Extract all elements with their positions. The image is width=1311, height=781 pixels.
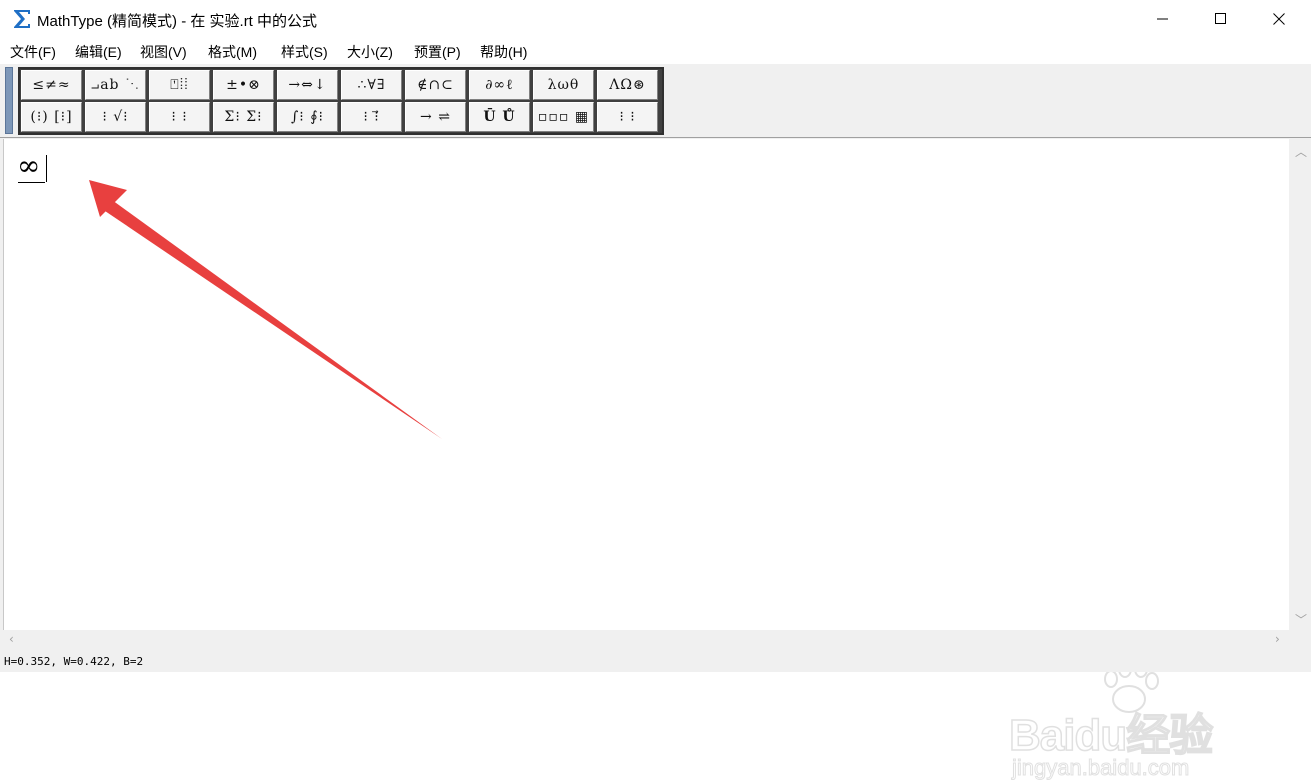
window-title: MathType (精简模式) - 在 实验.rt 中的公式 bbox=[37, 13, 318, 30]
misc-symbols-button[interactable]: ∂∞ℓ bbox=[469, 70, 530, 100]
menu-help[interactable]: 帮助(H) bbox=[480, 42, 527, 62]
labeled-arrow-templates-button[interactable]: → ⇌ bbox=[405, 102, 466, 132]
logical-symbols-button[interactable]: ∴∀∃ bbox=[341, 70, 402, 100]
relational-symbols-button[interactable]: ≤≠≈ bbox=[21, 70, 82, 100]
greek-uppercase-button[interactable]: ΛΩ⊛ bbox=[597, 70, 658, 100]
title-bar[interactable]: MathType (精简模式) - 在 实验.rt 中的公式 bbox=[0, 0, 1311, 38]
close-icon bbox=[1273, 13, 1285, 25]
horizontal-scrollbar[interactable]: ‹ › bbox=[3, 630, 1289, 650]
status-bar: H=0.352, W=0.422, B=2 bbox=[0, 650, 1311, 672]
menu-bar: 文件(F) 编辑(E) 视图(V) 格式(M) 样式(S) 大小(Z) 预置(P… bbox=[0, 38, 1311, 64]
fraction-radical-templates-button[interactable]: ⁝ √⁝ bbox=[85, 102, 146, 132]
underbar-overbar-templates-button[interactable]: ⁝ ⁝⃗ bbox=[341, 102, 402, 132]
menu-edit[interactable]: 编辑(E) bbox=[75, 42, 122, 62]
menu-format[interactable]: 格式(M) bbox=[208, 42, 257, 62]
spaces-ellipses-button[interactable]: ⨼ab ⋱ bbox=[85, 70, 146, 100]
set-theory-symbols-button[interactable]: ∉∩⊂ bbox=[405, 70, 466, 100]
mathtype-window: MathType (精简模式) - 在 实验.rt 中的公式 文件(F) 编辑(… bbox=[0, 0, 1311, 781]
menu-preferences[interactable]: 预置(P) bbox=[414, 42, 461, 62]
menu-size[interactable]: 大小(Z) bbox=[347, 42, 393, 62]
arrow-symbols-button[interactable]: →⇔↓ bbox=[277, 70, 338, 100]
maximize-button[interactable] bbox=[1192, 0, 1250, 38]
baidu-watermark: Baidu经验 jingyan.baidu.com bbox=[1008, 660, 1249, 781]
matrix-templates-button[interactable]: ▫▫▫ ▦ bbox=[533, 102, 594, 132]
scrollbar-corner bbox=[1289, 630, 1311, 650]
greek-lowercase-button[interactable]: λωθ bbox=[533, 70, 594, 100]
watermark-logo-text: Baidu经验 bbox=[1008, 710, 1214, 761]
scroll-down-icon[interactable]: ﹀ bbox=[1295, 611, 1307, 628]
menu-style[interactable]: 样式(S) bbox=[281, 42, 328, 62]
box-templates-button[interactable]: ⁝ ⁝ bbox=[597, 102, 658, 132]
symbol-palette: ≤≠≈ ⨼ab ⋱ ⍞⦙⦙ ±•⊗ →⇔↓ ∴∀∃ ∉∩⊂ ∂∞ℓ λωθ ΛΩ… bbox=[18, 67, 664, 135]
fence-templates-button[interactable]: (⁝) [⁝] bbox=[21, 102, 82, 132]
integral-templates-button[interactable]: ∫⁝ ∮⁝ bbox=[277, 102, 338, 132]
operator-symbols-button[interactable]: ±•⊗ bbox=[213, 70, 274, 100]
status-dimensions: H=0.352, W=0.422, B=2 bbox=[4, 655, 144, 668]
scroll-up-icon[interactable]: ︿ bbox=[1295, 143, 1307, 160]
menu-view[interactable]: 视图(V) bbox=[140, 42, 187, 62]
vertical-scrollbar[interactable]: ︿ ﹀ bbox=[1289, 139, 1311, 630]
red-arrow-annotation bbox=[89, 180, 442, 439]
subscript-superscript-templates-button[interactable]: ⁝ ⁝ bbox=[149, 102, 210, 132]
minimize-button[interactable] bbox=[1134, 0, 1192, 38]
toolbar-grip[interactable] bbox=[5, 67, 13, 134]
maximize-icon bbox=[1215, 13, 1226, 24]
minimize-icon bbox=[1157, 18, 1168, 20]
close-button[interactable] bbox=[1250, 0, 1308, 38]
scroll-right-icon[interactable]: › bbox=[1275, 632, 1280, 646]
summation-templates-button[interactable]: Σ⁝ Σ⁝ bbox=[213, 102, 274, 132]
products-set-theory-templates-button[interactable]: Ū Ů bbox=[469, 102, 530, 132]
symbol-toolbar-area: ≤≠≈ ⨼ab ⋱ ⍞⦙⦙ ±•⊗ →⇔↓ ∴∀∃ ∉∩⊂ ∂∞ℓ λωθ ΛΩ… bbox=[0, 64, 1311, 138]
scroll-left-icon[interactable]: ‹ bbox=[9, 632, 14, 646]
menu-file[interactable]: 文件(F) bbox=[10, 42, 56, 62]
sigma-icon bbox=[14, 10, 30, 28]
watermark-url: jingyan.baidu.com bbox=[1011, 755, 1190, 781]
embellishments-button[interactable]: ⍞⦙⦙ bbox=[149, 70, 210, 100]
equation-editing-area[interactable]: ∞ Baidu经验 jingyan.baidu.com bbox=[3, 139, 1289, 781]
